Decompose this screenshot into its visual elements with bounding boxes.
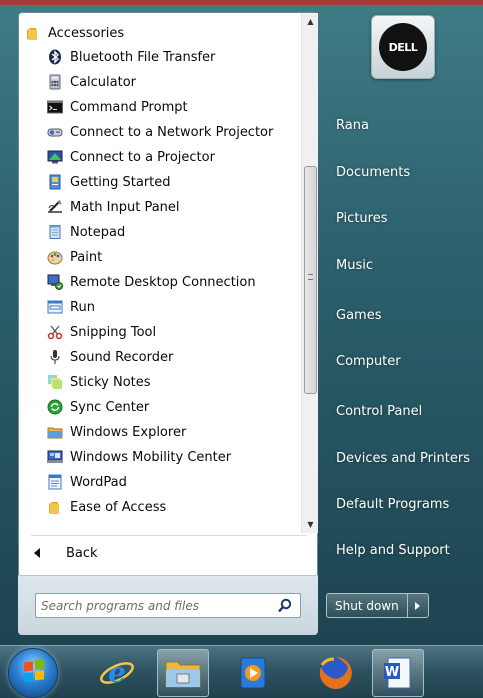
- chevron-right-icon: [415, 601, 421, 610]
- back-label: Back: [66, 545, 98, 561]
- program-item-remote-desktop[interactable]: Remote Desktop Connection: [47, 270, 301, 294]
- folder-ease-of-access[interactable]: Ease of Access: [47, 495, 301, 519]
- back-button[interactable]: Back: [31, 539, 307, 567]
- svg-text:W: W: [385, 665, 399, 680]
- folder-label: Accessories: [48, 25, 125, 41]
- search-area: [18, 575, 318, 635]
- program-item-wordpad[interactable]: WordPad: [47, 470, 301, 494]
- program-list: Accessories Bluetooth File Transfer Calc…: [19, 13, 301, 533]
- scroll-down-arrow-icon[interactable]: ▼: [302, 516, 319, 533]
- firefox-icon[interactable]: [310, 649, 362, 697]
- right-item-pictures[interactable]: Pictures: [326, 203, 476, 233]
- program-item-run[interactable]: Run: [47, 295, 301, 319]
- internet-explorer-icon[interactable]: e: [91, 649, 143, 697]
- notepad-icon: [47, 224, 63, 240]
- user-picture[interactable]: DELL: [371, 15, 435, 79]
- shutdown-button[interactable]: Shut down: [327, 594, 408, 617]
- projector-icon: [47, 149, 63, 165]
- program-item-notepad[interactable]: Notepad: [47, 220, 301, 244]
- dell-logo: DELL: [379, 23, 427, 71]
- right-item-documents[interactable]: Documents: [326, 157, 476, 187]
- sticky-notes-icon: [47, 374, 63, 390]
- getting-started-icon: [47, 174, 63, 190]
- program-item-sound-recorder[interactable]: Sound Recorder: [47, 345, 301, 369]
- program-item-getting-started[interactable]: Getting Started: [47, 170, 301, 194]
- svg-text:e: e: [108, 656, 126, 689]
- program-item-network-projector[interactable]: Connect to a Network Projector: [47, 120, 301, 144]
- program-item-sync-center[interactable]: Sync Center: [47, 395, 301, 419]
- shutdown-group: Shut down: [326, 593, 429, 618]
- right-item-help-support[interactable]: Help and Support: [326, 535, 476, 565]
- calculator-icon: [47, 74, 63, 90]
- search-icon[interactable]: [276, 597, 294, 615]
- window-edge: [0, 0, 483, 5]
- program-item-projector[interactable]: Connect to a Projector: [47, 145, 301, 169]
- program-item-snipping-tool[interactable]: Snipping Tool: [47, 320, 301, 344]
- program-list-scrollbar[interactable]: ▲ ▼: [301, 13, 318, 533]
- divider: [31, 535, 307, 536]
- program-item-bluetooth[interactable]: Bluetooth File Transfer: [47, 45, 301, 69]
- wordpad-icon: [47, 474, 63, 490]
- run-icon: [47, 299, 63, 315]
- program-item-mobility-center[interactable]: Windows Mobility Center: [47, 445, 301, 469]
- program-item-command-prompt[interactable]: Command Prompt: [47, 95, 301, 119]
- search-input[interactable]: [41, 595, 276, 616]
- command-prompt-icon: [47, 99, 63, 115]
- program-item-math-input[interactable]: Math Input Panel: [47, 195, 301, 219]
- folder-accessories[interactable]: Accessories: [25, 21, 301, 45]
- folder-icon: [47, 499, 63, 515]
- program-item-windows-explorer[interactable]: Windows Explorer: [47, 420, 301, 444]
- folder-icon: [47, 424, 63, 440]
- mobility-center-icon: [47, 449, 63, 465]
- back-arrow-icon: [34, 548, 40, 558]
- shutdown-options-button[interactable]: [408, 594, 428, 617]
- start-orb-icon[interactable]: [8, 648, 58, 698]
- network-projector-icon: [47, 124, 63, 140]
- right-item-devices-printers[interactable]: Devices and Printers: [326, 443, 476, 473]
- scroll-up-arrow-icon[interactable]: ▲: [302, 13, 319, 30]
- programs-panel: Accessories Bluetooth File Transfer Calc…: [18, 12, 318, 635]
- math-input-icon: [47, 199, 63, 215]
- right-item-control-panel[interactable]: Control Panel: [326, 396, 476, 426]
- start-menu: Accessories Bluetooth File Transfer Calc…: [0, 0, 483, 645]
- scroll-thumb[interactable]: [304, 166, 317, 394]
- paint-icon: [47, 249, 63, 265]
- folder-icon: [25, 25, 41, 41]
- search-box: [35, 593, 301, 618]
- bluetooth-icon: [47, 49, 63, 65]
- taskbar: e W: [0, 645, 483, 698]
- right-item-music[interactable]: Music: [326, 250, 476, 280]
- right-item-user[interactable]: Rana: [326, 110, 476, 140]
- right-item-default-programs[interactable]: Default Programs: [326, 489, 476, 519]
- right-item-games[interactable]: Games: [326, 300, 476, 330]
- media-player-icon[interactable]: [227, 649, 279, 697]
- grip-icon: [308, 274, 313, 280]
- program-item-calculator[interactable]: Calculator: [47, 70, 301, 94]
- right-item-computer[interactable]: Computer: [326, 346, 476, 376]
- sync-icon: [47, 399, 63, 415]
- word-icon[interactable]: W: [372, 649, 424, 697]
- snipping-tool-icon: [47, 324, 63, 340]
- program-item-paint[interactable]: Paint: [47, 245, 301, 269]
- microphone-icon: [47, 349, 63, 365]
- remote-desktop-icon: [47, 274, 63, 290]
- file-manager-icon[interactable]: [157, 649, 209, 697]
- program-item-sticky-notes[interactable]: Sticky Notes: [47, 370, 301, 394]
